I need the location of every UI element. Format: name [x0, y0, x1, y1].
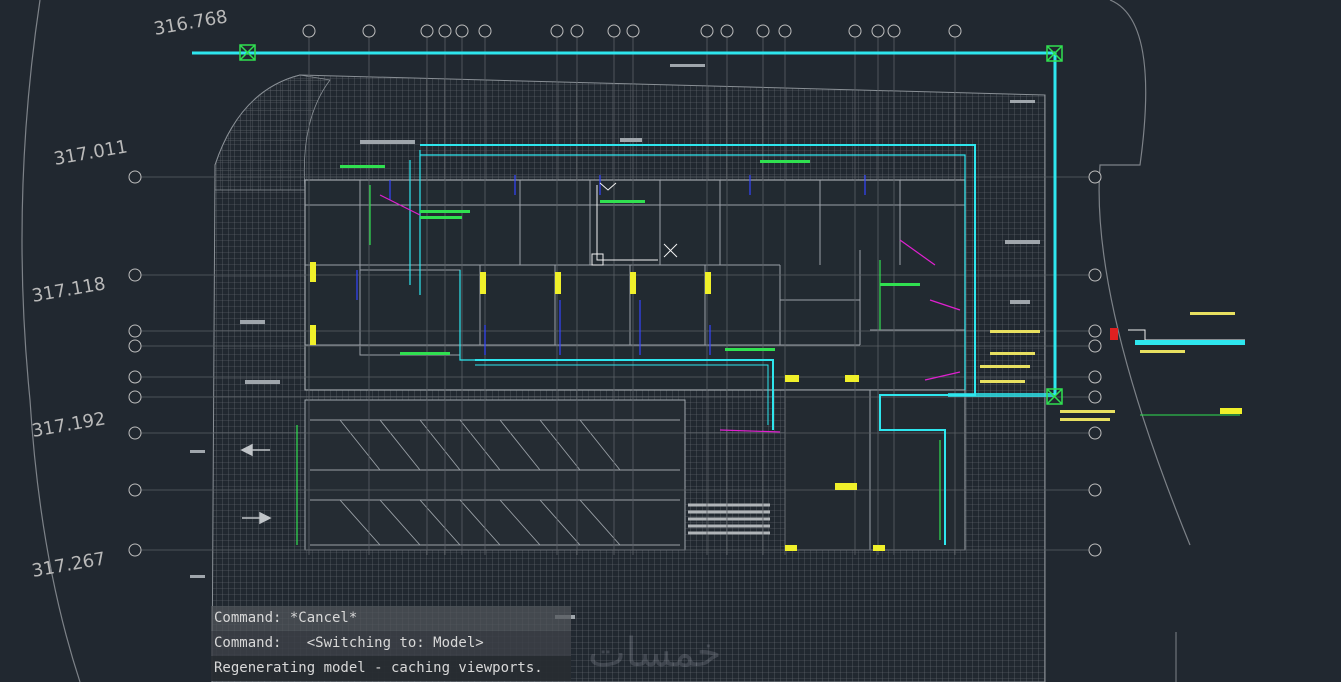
pipe-detail-right — [1110, 328, 1245, 416]
elevation-label-5: 317.267 — [30, 548, 107, 582]
drawing-canvas[interactable]: 316.768 317.011 317.118 317.192 317.267 — [0, 0, 1341, 682]
watermark-logo: خمسات — [588, 630, 722, 676]
elevation-label-2: 317.011 — [52, 136, 129, 170]
site-boundary-left — [21, 0, 81, 682]
elevation-label-4: 317.192 — [30, 408, 107, 442]
elevation-label-1: 316.768 — [152, 6, 229, 40]
command-line-2: Command: <Switching to: Model> — [211, 631, 571, 656]
site-boundary-right — [1098, 0, 1191, 546]
parking-area — [304, 399, 686, 551]
cad-model-space[interactable]: 316.768 317.011 317.118 317.192 317.267 — [0, 0, 1341, 682]
service-area — [784, 389, 966, 551]
command-line-3: Regenerating model - caching viewports. — [211, 656, 571, 681]
command-history: Command: *Cancel* Command: <Switching to… — [211, 606, 571, 681]
command-line-1: Command: *Cancel* — [211, 606, 571, 631]
elevation-label-3: 317.118 — [30, 273, 107, 307]
